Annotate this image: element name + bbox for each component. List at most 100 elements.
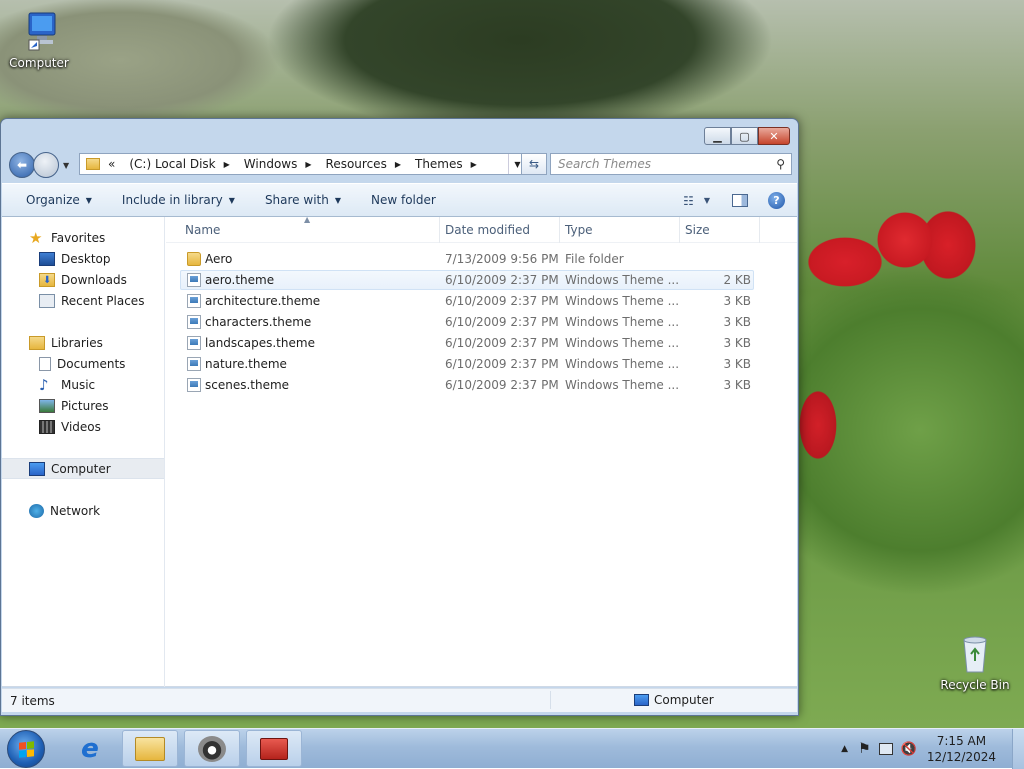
nav-music[interactable]: ♪ Music <box>2 374 164 395</box>
nav-pictures[interactable]: Pictures <box>2 395 164 416</box>
forward-button[interactable] <box>33 152 59 178</box>
windows-logo-icon <box>18 740 34 758</box>
nav-network[interactable]: Network <box>2 500 164 521</box>
file-name: characters.theme <box>205 315 312 329</box>
chevron-right-icon[interactable]: ▶ <box>224 160 230 169</box>
nav-videos[interactable]: Videos <box>2 416 164 437</box>
breadcrumb-themes[interactable]: Themes ▶ <box>415 157 477 171</box>
column-header-size[interactable]: Size <box>680 217 760 243</box>
refresh-button[interactable]: ⇆ <box>521 153 547 175</box>
show-desktop-button[interactable] <box>1012 729 1024 769</box>
nav-label: Music <box>61 377 96 392</box>
close-icon: ✕ <box>769 129 779 143</box>
nav-favorites[interactable]: ★ Favorites <box>2 227 164 248</box>
nav-libraries[interactable]: Libraries <box>2 332 164 353</box>
back-button[interactable]: ⬅ <box>9 152 35 178</box>
volume-muted-icon[interactable]: 🔇 <box>901 742 917 757</box>
chevron-right-icon[interactable]: ▶ <box>305 160 311 169</box>
network-status-icon[interactable] <box>878 743 893 755</box>
help-button[interactable]: ? <box>768 192 785 209</box>
column-header-name[interactable]: Name <box>180 217 440 243</box>
share-with-button[interactable]: Share with ▼ <box>261 193 345 207</box>
recent-places-icon <box>39 293 55 308</box>
chevron-down-icon: ▼ <box>703 196 710 205</box>
file-type: Windows Theme ... <box>565 315 680 329</box>
nav-label: Computer <box>51 461 111 476</box>
search-input[interactable]: Search Themes ⚲ <box>550 153 792 175</box>
chevron-right-icon[interactable]: ▶ <box>395 160 401 169</box>
file-row[interactable]: architecture.theme 6/10/2009 2:37 PM Windo… <box>180 291 754 311</box>
desktop-icon-label: Recycle Bin <box>940 678 1010 692</box>
status-location: Computer <box>634 693 714 707</box>
chevron-down-icon: ▼ <box>228 195 235 205</box>
desktop-icon-computer[interactable]: Computer <box>3 10 75 70</box>
action-center-flag-icon[interactable]: ⚑ <box>858 741 871 757</box>
close-button[interactable]: ✕ <box>758 127 790 145</box>
file-date: 6/10/2009 2:37 PM <box>445 315 559 329</box>
address-bar[interactable]: « (C:) Local Disk ▶ Windows ▶ Resources ▶ T… <box>79 153 527 175</box>
help-icon: ? <box>773 194 780 207</box>
organize-button[interactable]: Organize ▼ <box>22 193 96 207</box>
status-location-label: Computer <box>654 693 714 707</box>
minimize-button[interactable]: ▁ <box>704 127 731 145</box>
show-hidden-icons-button[interactable]: ▲ <box>841 744 848 754</box>
file-type: Windows Theme ... <box>565 294 680 308</box>
clock[interactable]: 7:15 AM 12/12/2024 <box>927 733 996 765</box>
file-row[interactable]: characters.theme 6/10/2009 2:37 PM Windows… <box>180 312 754 332</box>
nav-recent-places[interactable]: Recent Places <box>2 290 164 311</box>
breadcrumb-label: Windows <box>243 157 298 171</box>
refresh-icon: ⇆ <box>528 157 540 171</box>
chevron-right-icon[interactable]: ▶ <box>471 160 477 169</box>
navigation-pane: ★ Favorites Desktop ⬇ Downloads Recent P… <box>2 217 165 687</box>
theme-file-icon <box>187 273 201 287</box>
star-icon: ★ <box>29 228 43 247</box>
breadcrumb-local-disk[interactable]: (C:) Local Disk ▶ <box>129 157 229 171</box>
file-row[interactable]: landscapes.theme 6/10/2009 2:37 PM Windows… <box>180 333 754 353</box>
column-header-type[interactable]: Type <box>560 217 680 243</box>
preview-pane-button[interactable] <box>732 194 748 207</box>
explorer-window: ▁ ▢ ✕ ⬅ ▼ « (C:) Local Disk ▶ Windows ▶ Re… <box>0 118 799 716</box>
nav-downloads[interactable]: ⬇ Downloads <box>2 269 164 290</box>
file-name: Aero <box>205 252 233 266</box>
nav-label: Desktop <box>61 251 111 266</box>
toolbox-icon <box>260 737 288 760</box>
music-icon: ♪ <box>39 375 49 394</box>
file-size: 2 KB <box>723 273 751 287</box>
status-divider <box>550 691 551 709</box>
desktop-icon <box>39 251 55 266</box>
breadcrumb-windows[interactable]: Windows ▶ <box>244 157 312 171</box>
file-row[interactable]: nature.theme 6/10/2009 2:37 PM Windows The… <box>180 354 754 374</box>
taskbar-app-toolbox[interactable] <box>246 730 302 767</box>
include-in-library-button[interactable]: Include in library ▼ <box>118 193 239 207</box>
new-folder-button[interactable]: New folder <box>367 193 440 207</box>
explorer-folder-icon <box>135 736 165 761</box>
file-name: nature.theme <box>205 357 287 371</box>
include-in-library-label: Include in library <box>121 193 223 207</box>
file-size: 3 KB <box>723 315 751 329</box>
file-type: Windows Theme ... <box>565 378 680 392</box>
maximize-button[interactable]: ▢ <box>731 127 758 145</box>
column-header-date-modified[interactable]: Date modified <box>440 217 560 243</box>
start-button[interactable] <box>7 730 45 768</box>
computer-icon <box>29 461 45 476</box>
breadcrumb-resources[interactable]: Resources ▶ <box>326 157 401 171</box>
title-bar[interactable]: ▁ ▢ ✕ <box>1 119 798 149</box>
file-row[interactable]: scenes.theme 6/10/2009 2:37 PM Windows The… <box>180 375 754 395</box>
search-icon[interactable]: ⚲ <box>776 157 785 171</box>
file-row[interactable]: Aero 7/13/2009 9:56 PM File folder <box>180 249 754 269</box>
taskbar-windows-explorer[interactable] <box>122 730 178 767</box>
navigation-row: ⬅ ▼ « (C:) Local Disk ▶ Windows ▶ Resource… <box>9 151 792 179</box>
nav-documents[interactable]: Documents <box>2 353 164 374</box>
file-row[interactable]: aero.theme 6/10/2009 2:37 PM Windows Theme… <box>180 270 754 290</box>
address-overflow-chevron[interactable]: « <box>108 157 115 171</box>
nav-computer[interactable]: Computer <box>2 458 164 479</box>
nav-label: Network <box>50 503 101 518</box>
raccoon-icon <box>198 735 226 762</box>
videos-icon <box>39 419 55 434</box>
taskbar-app-raccoon[interactable] <box>184 730 240 767</box>
change-view-button[interactable]: ☷ ▼ <box>683 194 710 208</box>
desktop-icon-recycle-bin[interactable]: Recycle Bin <box>939 632 1011 692</box>
taskbar-internet-explorer[interactable]: e <box>62 730 118 767</box>
recent-pages-dropdown[interactable]: ▼ <box>63 161 69 170</box>
nav-desktop[interactable]: Desktop <box>2 248 164 269</box>
